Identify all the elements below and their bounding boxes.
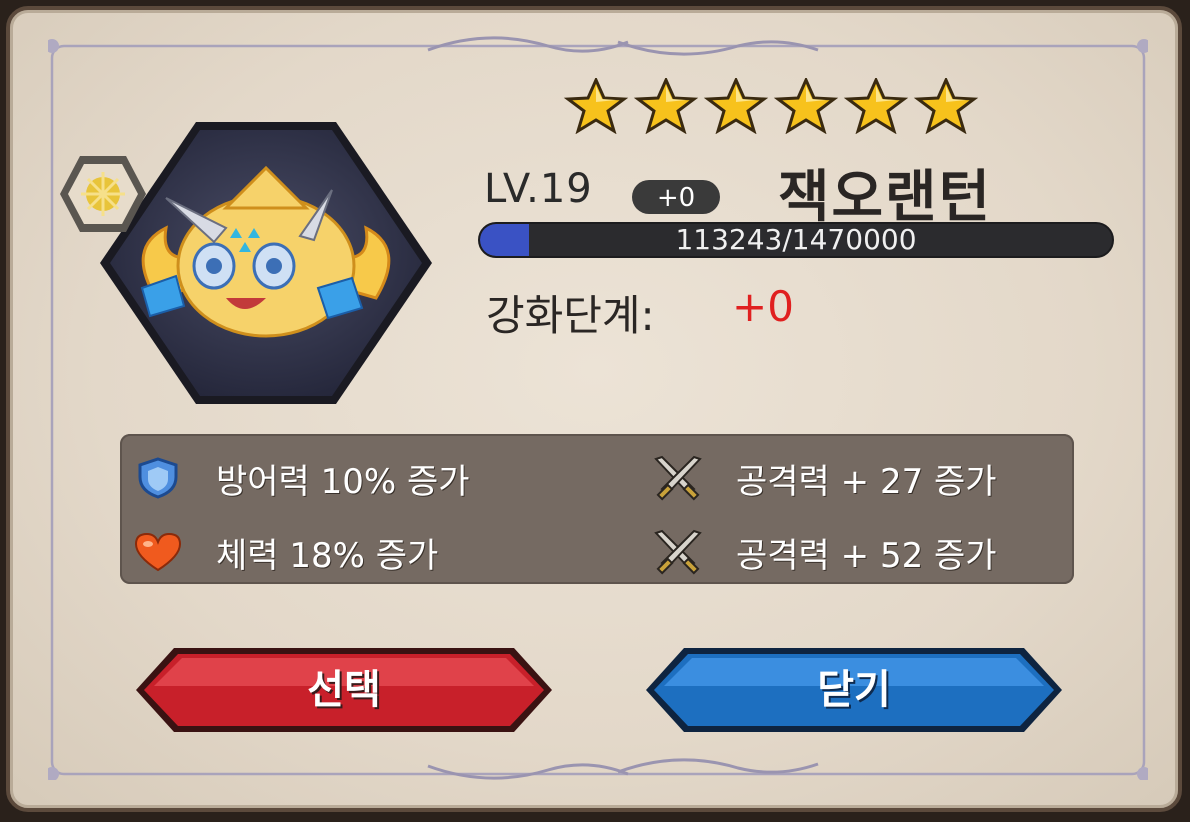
- select-button[interactable]: 선택: [134, 646, 554, 734]
- star-icon: [843, 78, 909, 134]
- level-plus-badge: +0: [632, 180, 720, 214]
- stat-item: 체력 18% 증가: [130, 524, 438, 580]
- stat-bonus-box: 방어력 10% 증가 공격력 + 27 증가 체력 18% 증가 공격력 + 5…: [120, 434, 1074, 584]
- xp-progress-text: 113243/1470000: [675, 223, 917, 256]
- stat-item: 공격력 + 27 증가: [650, 450, 997, 506]
- crossed-swords-icon: [650, 529, 706, 575]
- close-button[interactable]: 닫기: [644, 646, 1064, 734]
- character-name: 잭오랜턴: [778, 165, 993, 230]
- star-rating: [562, 78, 1002, 134]
- close-button-label: 닫기: [817, 667, 891, 713]
- xp-progress-bar: 113243/1470000: [478, 222, 1114, 258]
- enhance-level-value: +0: [732, 282, 794, 331]
- star-icon: [633, 78, 699, 134]
- star-icon: [913, 78, 979, 134]
- level-label: LV.19: [484, 166, 593, 212]
- star-icon: [703, 78, 769, 134]
- stat-item: 공격력 + 52 증가: [650, 524, 997, 580]
- enhance-level-label: 강화단계:: [486, 291, 655, 340]
- star-icon: [563, 78, 629, 134]
- screen: LV.19 +0 잭오랜턴 113243/1470000 강화단계: +0 방어…: [0, 0, 1190, 822]
- heart-icon: [130, 529, 186, 575]
- stat-item: 방어력 10% 증가: [130, 450, 470, 506]
- element-badge-icon: [60, 156, 146, 232]
- shield-icon: [130, 455, 186, 501]
- star-icon: [773, 78, 839, 134]
- crossed-swords-icon: [650, 455, 706, 501]
- select-button-label: 선택: [307, 667, 381, 713]
